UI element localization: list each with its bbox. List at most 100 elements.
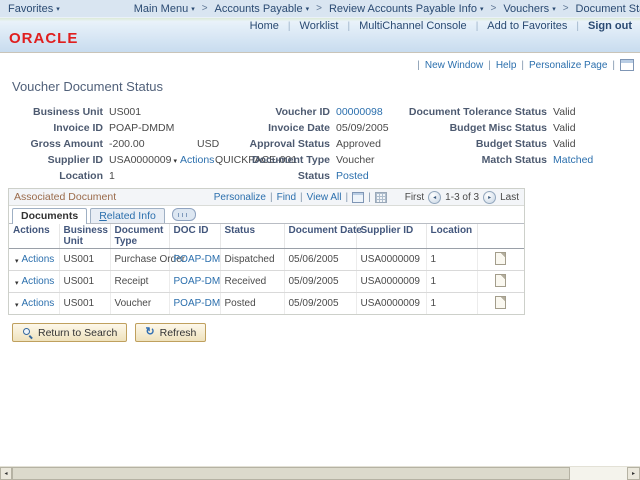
chevron-down-icon: ▾ xyxy=(480,5,484,13)
field-label: Invoice Date xyxy=(235,122,330,134)
separator: | xyxy=(300,192,303,203)
breadcrumb-separator: > xyxy=(563,3,569,14)
field-label: Approval Status xyxy=(235,138,330,150)
supplier-actions-link[interactable]: Actions xyxy=(180,154,214,166)
table-header-row: Actions Business Unit Document Type DOC … xyxy=(9,224,524,249)
nav-home[interactable]: Home xyxy=(250,20,279,32)
doc-id-link[interactable]: POAP-DM xyxy=(174,254,221,265)
column-header-business-unit: Business Unit xyxy=(59,224,110,249)
download-grid-icon[interactable] xyxy=(375,192,387,203)
document-icon[interactable] xyxy=(495,274,506,287)
separator: | xyxy=(346,192,349,203)
invoice-date-value: 05/09/2005 xyxy=(336,122,389,134)
next-rows-icon[interactable]: ▸ xyxy=(483,191,496,204)
chevron-down-icon: ▾ xyxy=(306,5,310,13)
breadcrumb-separator: > xyxy=(316,3,322,14)
breadcrumb-separator: > xyxy=(490,3,496,14)
nav-add-to-favorites[interactable]: Add to Favorites xyxy=(487,20,567,32)
refresh-icon: ↻ xyxy=(145,327,154,338)
row-range-label: 1-3 of 3 xyxy=(445,192,479,203)
gross-amount-value: -200.00 xyxy=(109,138,145,150)
show-all-columns-icon[interactable] xyxy=(172,208,196,221)
groupbox-header: Associated Document Personalize | Find |… xyxy=(9,189,524,206)
field-label: Business Unit xyxy=(8,106,103,118)
cell-location: 1 xyxy=(426,271,477,293)
personalize-link[interactable]: Personalize xyxy=(214,192,266,203)
separator: | xyxy=(417,60,420,71)
budget-misc-status-value: Valid xyxy=(553,122,576,134)
find-link[interactable]: Find xyxy=(277,192,296,203)
document-icon[interactable] xyxy=(495,296,506,309)
personalize-page-link[interactable]: Personalize Page xyxy=(529,60,607,71)
chevron-down-icon: ▾ xyxy=(15,280,19,287)
scroll-left-icon[interactable]: ◂ xyxy=(0,467,12,480)
breadcrumb-item-vouchers[interactable]: Vouchers ▾ xyxy=(503,3,555,15)
refresh-button[interactable]: ↻ Refresh xyxy=(135,323,206,342)
voucher-id-link[interactable]: 00000098 xyxy=(336,106,383,118)
previous-rows-icon[interactable]: ◂ xyxy=(428,191,441,204)
horizontal-scrollbar[interactable]: ◂ ▸ xyxy=(0,466,640,480)
doc-id-link[interactable]: POAP-DM xyxy=(174,298,221,309)
table-row: ▾Actions US001 Receipt POAP-DM Received … xyxy=(9,271,524,293)
separator: | xyxy=(576,21,579,32)
breadcrumb-item-review-ap-info[interactable]: Review Accounts Payable Info ▾ xyxy=(329,3,484,15)
table-row: ▾Actions US001 Purchase Order POAP-DM Di… xyxy=(9,249,524,271)
document-type-value: Voucher xyxy=(336,154,375,166)
field-label: Budget Misc Status xyxy=(397,122,547,134)
chevron-down-icon: ▾ xyxy=(552,5,556,13)
match-status-link[interactable]: Matched xyxy=(553,154,593,166)
row-actions-link[interactable]: Actions xyxy=(22,276,55,287)
search-icon xyxy=(22,327,33,338)
cell-document-type: Receipt xyxy=(110,271,169,293)
row-actions-link[interactable]: Actions xyxy=(22,254,55,265)
tab-documents[interactable]: Documents xyxy=(12,208,87,224)
separator: | xyxy=(270,192,273,203)
chevron-down-icon: ▾ xyxy=(173,157,177,165)
nav-worklist[interactable]: Worklist xyxy=(300,20,339,32)
cell-supplier-id: USA0000009 xyxy=(356,271,426,293)
favorites-menu[interactable]: Favorites ▾ xyxy=(8,3,60,15)
approval-status-value: Approved xyxy=(336,138,381,150)
chevron-down-icon: ▾ xyxy=(15,258,19,265)
doc-id-link[interactable]: POAP-DM xyxy=(174,276,221,287)
cell-document-type: Voucher xyxy=(110,293,169,315)
section-title: Associated Document xyxy=(14,191,116,203)
nav-multichannel-console[interactable]: MultiChannel Console xyxy=(359,20,467,32)
cell-status: Dispatched xyxy=(220,249,284,271)
help-link[interactable]: Help xyxy=(496,60,517,71)
first-link[interactable]: First xyxy=(405,192,424,203)
status-link[interactable]: Posted xyxy=(336,170,369,182)
last-link[interactable]: Last xyxy=(500,192,519,203)
grid-pagination: First ◂ 1-3 of 3 ▸ Last xyxy=(405,191,519,204)
breadcrumb-item-accounts-payable[interactable]: Accounts Payable ▾ xyxy=(215,3,310,15)
document-icon[interactable] xyxy=(495,252,506,265)
return-to-search-button[interactable]: Return to Search xyxy=(12,323,127,342)
field-label: Document Type xyxy=(235,154,330,166)
cell-business-unit: US001 xyxy=(59,271,110,293)
zoom-grid-icon[interactable] xyxy=(352,192,364,203)
page-url-icon[interactable] xyxy=(620,59,634,71)
field-label: Document Tolerance Status xyxy=(397,106,547,118)
doc-tolerance-status-value: Valid xyxy=(553,106,576,118)
cell-supplier-id: USA0000009 xyxy=(356,293,426,315)
breadcrumb-item-document-status: Document Status xyxy=(576,3,640,15)
sign-out-link[interactable]: Sign out xyxy=(588,20,632,32)
separator: | xyxy=(476,21,479,32)
chevron-down-icon: ▾ xyxy=(56,5,60,13)
cell-document-date: 05/06/2005 xyxy=(284,249,356,271)
page-action-links: | New Window | Help | Personalize Page | xyxy=(417,59,634,71)
table-row: ▾Actions US001 Voucher POAP-DM Posted 05… xyxy=(9,293,524,315)
main-menu[interactable]: Main Menu ▾ xyxy=(134,3,195,15)
scrollbar-thumb[interactable] xyxy=(12,467,570,480)
separator: | xyxy=(288,21,291,32)
column-header-doc-id: DOC ID xyxy=(169,224,220,249)
field-label: Status xyxy=(235,170,330,182)
view-all-link[interactable]: View All xyxy=(307,192,342,203)
row-actions-link[interactable]: Actions xyxy=(22,298,55,309)
new-window-link[interactable]: New Window xyxy=(425,60,483,71)
cell-business-unit: US001 xyxy=(59,293,110,315)
tab-related-info[interactable]: Related Info xyxy=(90,208,165,223)
column-header-location: Location xyxy=(426,224,477,249)
scroll-right-icon[interactable]: ▸ xyxy=(627,467,640,480)
separator: | xyxy=(488,60,491,71)
